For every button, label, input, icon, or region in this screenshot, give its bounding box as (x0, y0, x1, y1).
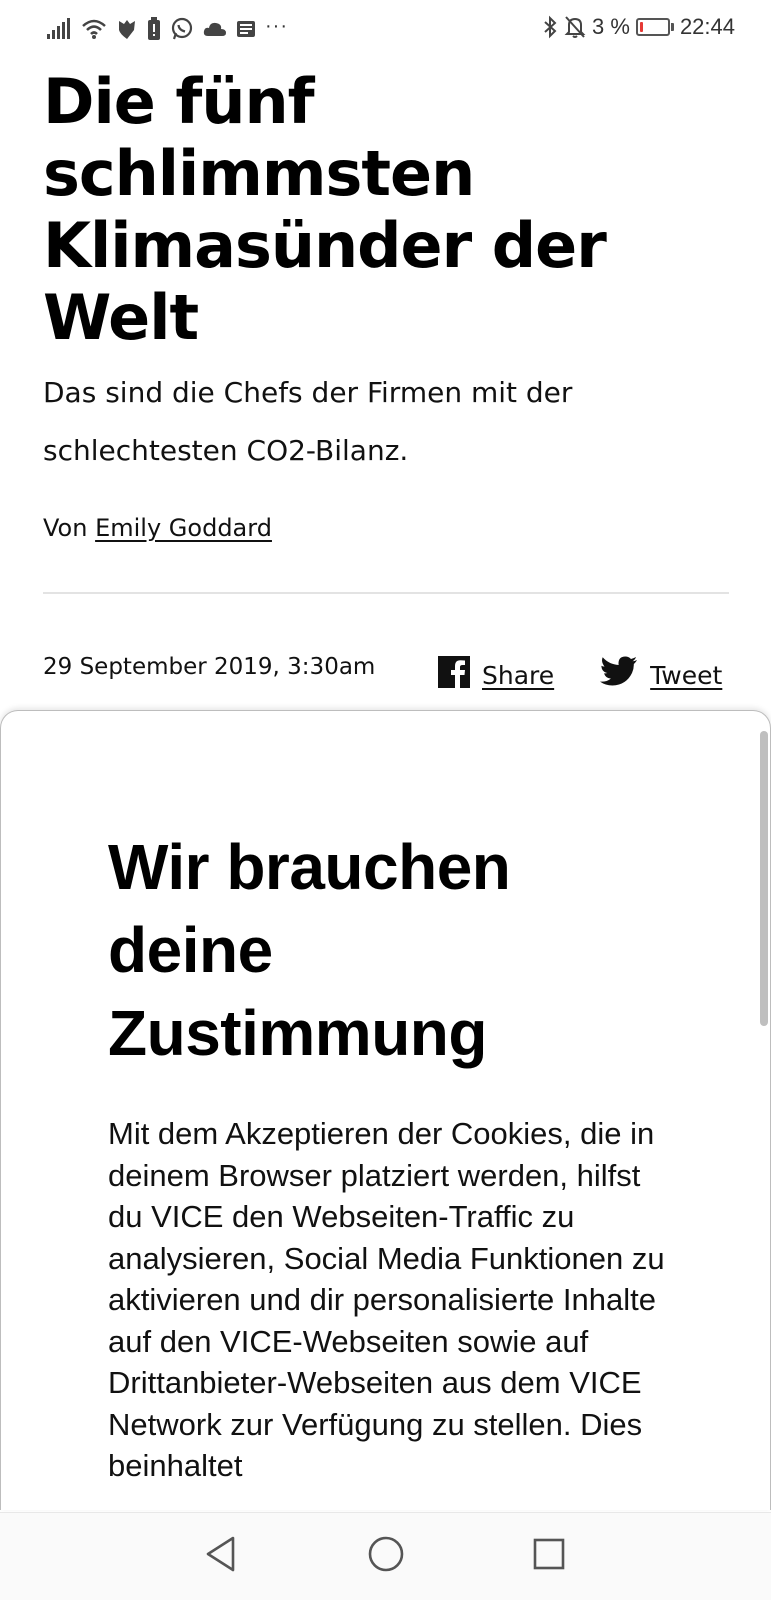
consent-modal: Wir brauchen deine Zustimmung Mit dem Ak… (0, 710, 771, 1510)
byline: Von Emily Goddard (43, 514, 272, 542)
status-bar-right: 3 % 22:44 (542, 14, 735, 40)
byline-prefix: Von (43, 514, 88, 542)
article-subtitle: Das sind die Chefs der Firmen mit der sc… (43, 376, 573, 467)
bell-off-icon (564, 14, 586, 40)
publish-date: 29 September 2019, 3:30am (43, 654, 376, 680)
battery-fill (639, 22, 643, 32)
share-row: Share Tweet (438, 656, 722, 694)
recents-icon (532, 1537, 566, 1576)
battery-percent: 3 % (592, 14, 630, 39)
back-button[interactable] (196, 1531, 246, 1581)
cloud-icon (203, 16, 227, 42)
navigation-bar (0, 1512, 771, 1600)
tweet-button[interactable]: Tweet (600, 656, 722, 694)
more-dots-icon: ··· (265, 14, 288, 37)
whatsapp-icon (170, 16, 194, 42)
shield-icon (116, 16, 138, 42)
back-icon (204, 1535, 238, 1578)
facebook-share-button[interactable]: Share (438, 656, 554, 694)
home-icon (367, 1535, 405, 1578)
twitter-icon (600, 656, 638, 694)
battery-alert-icon (147, 16, 161, 42)
divider (43, 592, 729, 594)
bluetooth-icon (542, 14, 558, 40)
signal-icon (46, 16, 72, 42)
wifi-icon (81, 16, 107, 42)
status-bar: ··· 3 % 22:44 (0, 0, 771, 58)
battery-icon (635, 18, 674, 36)
news-icon (236, 16, 256, 42)
consent-title: Wir brauchen deine Zustimmung (108, 831, 511, 1069)
status-bar-left: ··· (46, 14, 288, 42)
home-button[interactable] (361, 1531, 411, 1581)
article-title: Die fünf schlimmsten Klimasünder der Wel… (43, 65, 607, 354)
modal-scrollbar[interactable] (760, 731, 768, 1026)
facebook-icon (438, 656, 470, 694)
author-link[interactable]: Emily Goddard (95, 514, 272, 542)
consent-body: Mit dem Akzeptieren der Cookies, die in … (108, 1116, 665, 1483)
share-label: Share (482, 660, 555, 690)
tweet-label: Tweet (650, 660, 723, 690)
clock: 22:44 (679, 14, 735, 39)
recents-button[interactable] (524, 1531, 574, 1581)
